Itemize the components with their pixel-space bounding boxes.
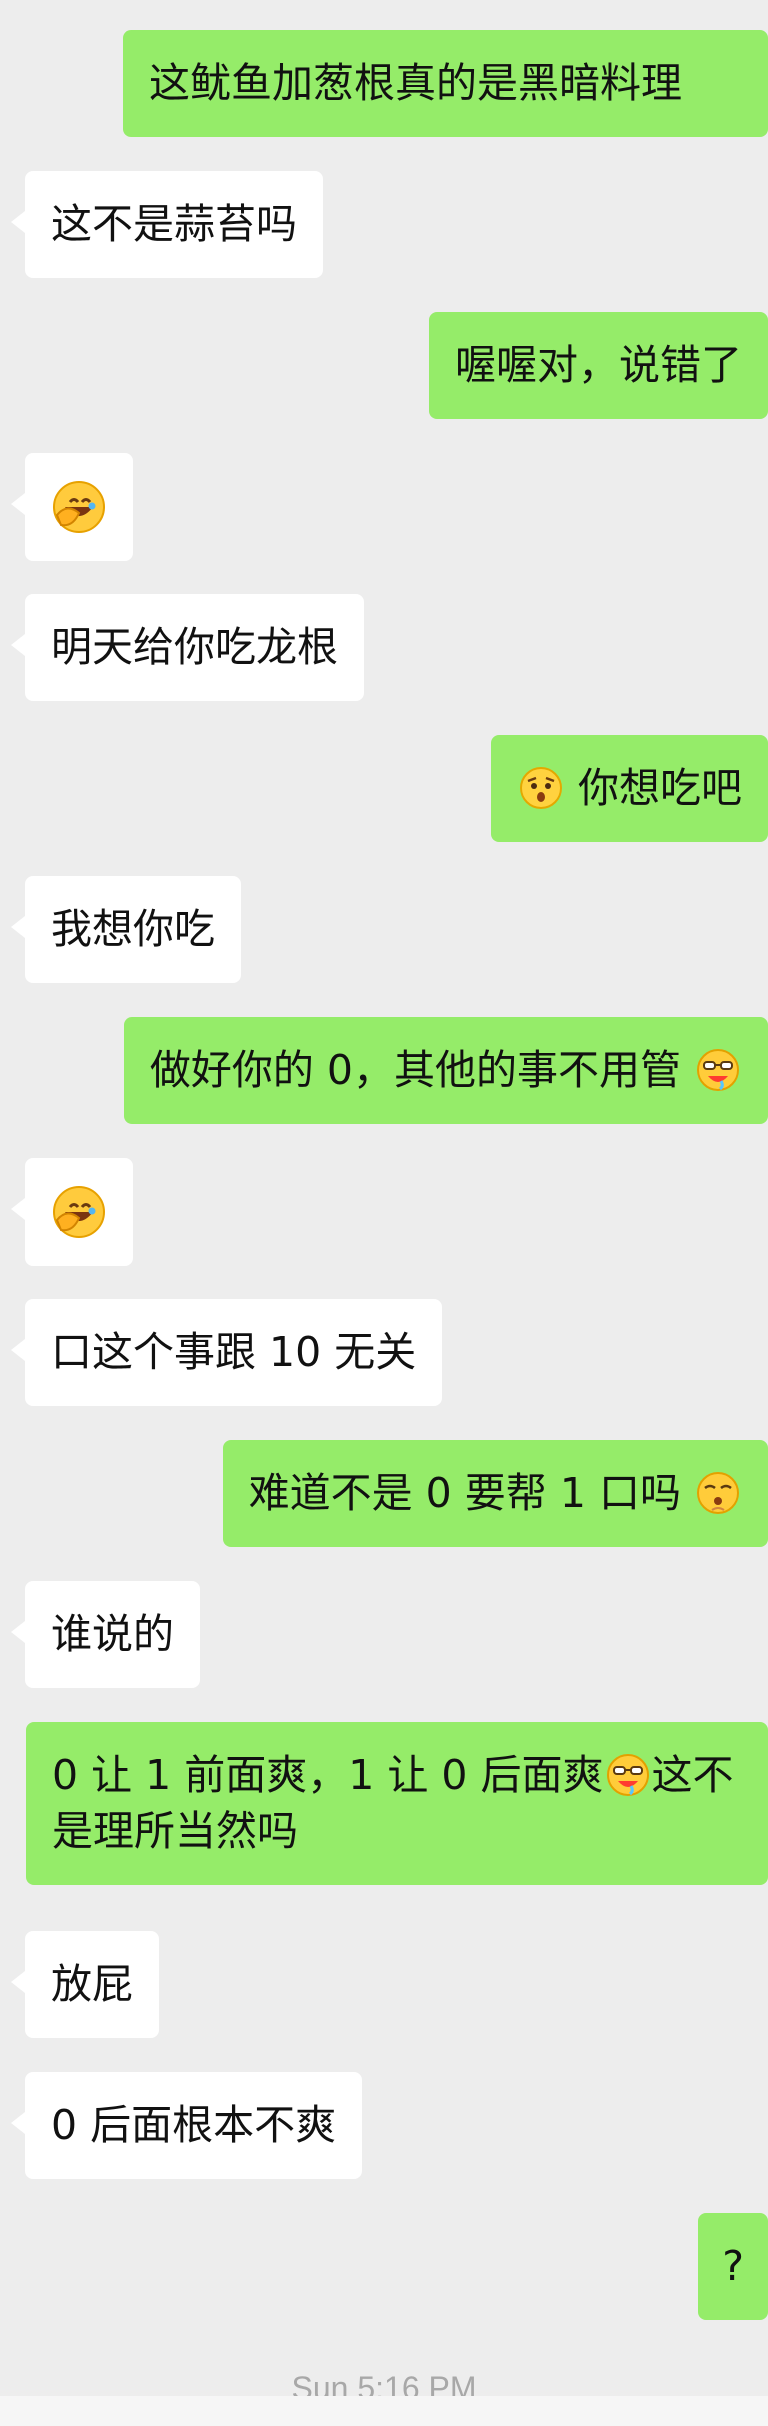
message-text: 0 后面根本不爽 bbox=[51, 2101, 337, 2149]
outgoing-message-bubble[interactable]: 喔喔对，说错了 bbox=[429, 312, 768, 419]
message-text: ? bbox=[722, 2242, 744, 2290]
message-row-outgoing: ? bbox=[0, 2213, 768, 2320]
message-row-outgoing: 难道不是 0 要帮 1 口吗 bbox=[0, 1440, 768, 1547]
incoming-message-bubble[interactable]: 0 后面根本不爽 bbox=[10, 2072, 363, 2179]
message-text: 做好你的 0，其他的事不用管 bbox=[149, 1046, 681, 1094]
message-text: 放屁 bbox=[51, 1960, 133, 2008]
message-row-outgoing: 喔喔对，说错了 bbox=[0, 312, 768, 419]
message-row-incoming bbox=[0, 453, 768, 561]
drooling-face-icon bbox=[606, 1754, 649, 1796]
message-text: 谁说的 bbox=[51, 1610, 174, 1658]
shy-kiss-face-icon bbox=[697, 1472, 739, 1514]
facepalm-laugh-icon bbox=[53, 481, 105, 533]
incoming-emoji-bubble[interactable] bbox=[11, 453, 133, 561]
message-text: 你想吃吧 bbox=[578, 764, 742, 812]
incoming-message-bubble[interactable]: 明天给你吃龙根 bbox=[11, 594, 364, 701]
outgoing-message-bubble[interactable]: 这鱿鱼加葱根真的是黑暗料理 bbox=[123, 30, 768, 137]
incoming-message-bubble[interactable]: 谁说的 bbox=[11, 1581, 200, 1688]
message-row-incoming: 口这个事跟 10 无关 bbox=[0, 1299, 768, 1406]
message-text: 喔喔对，说错了 bbox=[455, 341, 742, 389]
message-row-incoming: 谁说的 bbox=[0, 1581, 768, 1688]
message-row-incoming: 0 后面根本不爽 bbox=[0, 2072, 768, 2179]
incoming-message-bubble[interactable]: 这不是蒜苔吗 bbox=[11, 171, 323, 278]
incoming-message-bubble[interactable]: 口这个事跟 10 无关 bbox=[10, 1299, 443, 1406]
chat-view: 这鱿鱼加葱根真的是黑暗料理 这不是蒜苔吗 喔喔对，说错了 明天给你吃龙根 你想吃… bbox=[0, 0, 768, 2426]
message-text: 难道不是 0 要帮 1 口吗 bbox=[248, 1469, 681, 1517]
message-text: 这不是蒜苔吗 bbox=[51, 200, 297, 248]
message-text: 我想你吃 bbox=[51, 905, 215, 953]
message-row-outgoing: 0 让 1 前面爽，1 让 0 后面爽 这不是理所当然吗 bbox=[0, 1722, 768, 1885]
outgoing-message-bubble[interactable]: 你想吃吧 bbox=[490, 735, 768, 842]
incoming-message-bubble[interactable]: 放屁 bbox=[11, 1931, 159, 2038]
message-text-part-a: 0 让 1 前面爽，1 让 0 后面爽 bbox=[52, 1751, 604, 1799]
incoming-message-bubble[interactable]: 我想你吃 bbox=[11, 876, 241, 983]
message-row-outgoing: 你想吃吧 bbox=[0, 735, 768, 842]
message-row-outgoing: 做好你的 0，其他的事不用管 bbox=[0, 1017, 768, 1124]
message-text: 这鱿鱼加葱根真的是黑暗料理 bbox=[149, 59, 682, 107]
message-row-incoming: 放屁 bbox=[0, 1931, 768, 2038]
bottom-bar bbox=[0, 2396, 768, 2426]
message-row-incoming: 我想你吃 bbox=[0, 876, 768, 983]
outgoing-message-bubble[interactable]: 难道不是 0 要帮 1 口吗 bbox=[222, 1440, 768, 1547]
message-row-incoming: 这不是蒜苔吗 bbox=[0, 171, 768, 278]
outgoing-message-bubble[interactable]: 0 让 1 前面爽，1 让 0 后面爽 这不是理所当然吗 bbox=[26, 1722, 768, 1885]
message-text: 明天给你吃龙根 bbox=[51, 623, 338, 671]
outgoing-message-bubble[interactable]: 做好你的 0，其他的事不用管 bbox=[123, 1017, 768, 1124]
message-row-incoming: 明天给你吃龙根 bbox=[0, 594, 768, 701]
outgoing-message-bubble[interactable]: ? bbox=[698, 2213, 768, 2320]
message-text: 口这个事跟 10 无关 bbox=[51, 1328, 417, 1376]
incoming-emoji-bubble[interactable] bbox=[11, 1158, 133, 1266]
drooling-face-icon bbox=[697, 1049, 739, 1091]
message-row-incoming bbox=[0, 1158, 768, 1266]
message-row-outgoing: 这鱿鱼加葱根真的是黑暗料理 bbox=[0, 30, 768, 137]
surprised-face-icon bbox=[519, 767, 562, 809]
facepalm-laugh-icon bbox=[53, 1186, 105, 1238]
